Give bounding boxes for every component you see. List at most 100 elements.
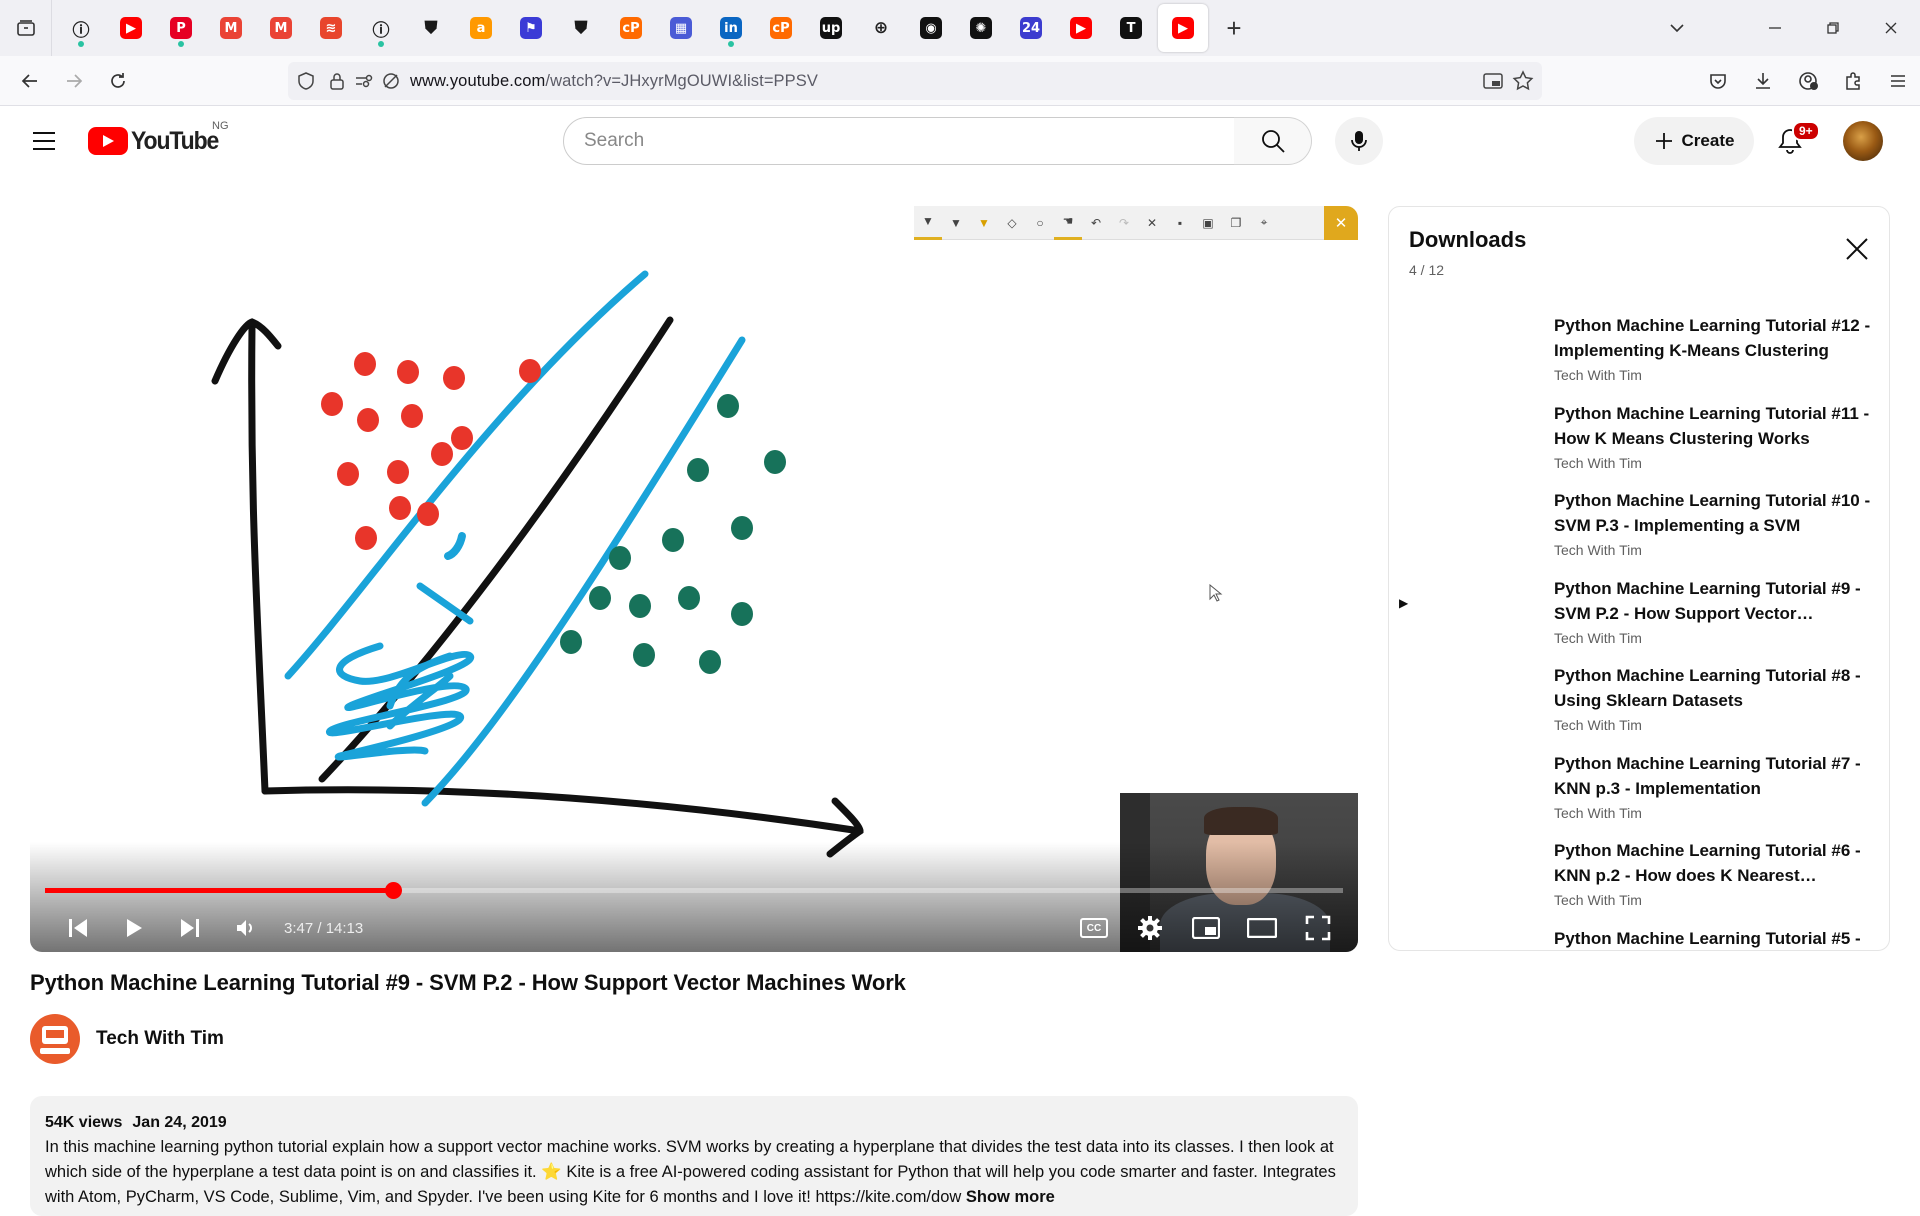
tab-overview-button[interactable]	[0, 0, 52, 56]
highlighter-tool-icon[interactable]: ▼	[970, 206, 998, 240]
playlist-item[interactable]: Python Machine Learning Tutorial #12 - I…	[1389, 305, 1889, 393]
user-avatar[interactable]	[1843, 121, 1883, 161]
miniplayer-button[interactable]	[1178, 904, 1234, 952]
address-bar[interactable]: www.youtube.com/watch?v=JHxyrMgOUWI&list…	[288, 62, 1542, 100]
pinned-tab[interactable]: a	[456, 0, 506, 56]
search-input[interactable]	[584, 130, 1234, 152]
description-box[interactable]: 54K views Jan 24, 2019 In this machine le…	[30, 1096, 1358, 1216]
playlist-item-title[interactable]: Python Machine Learning Tutorial #7 - KN…	[1554, 751, 1879, 801]
pin-icon[interactable]: ⌖	[1250, 206, 1278, 240]
playlist-item-title[interactable]: Python Machine Learning Tutorial #11 - H…	[1554, 401, 1879, 451]
pen-tool-icon[interactable]: ▼	[914, 206, 942, 240]
playlist-item-title[interactable]: Python Machine Learning Tutorial #5 - KN…	[1554, 926, 1879, 951]
subtitles-button[interactable]: CC	[1066, 904, 1122, 952]
reload-button[interactable]	[98, 61, 138, 101]
trash-icon[interactable]: ▪	[1166, 206, 1194, 240]
notifications-button[interactable]: 9+	[1766, 117, 1820, 165]
next-button[interactable]	[162, 904, 218, 952]
pinned-tab[interactable]: ▶	[1158, 4, 1208, 52]
close-window-button[interactable]	[1862, 0, 1920, 56]
pinned-tab[interactable]: ⓘ	[356, 0, 406, 56]
copy-icon[interactable]: ❐	[1222, 206, 1250, 240]
playlist-item-channel[interactable]: Tech With Tim	[1554, 892, 1642, 908]
pinned-tab[interactable]: in	[706, 0, 756, 56]
playlist-item[interactable]: Python Machine Learning Tutorial #7 - KN…	[1389, 743, 1889, 831]
playlist-item[interactable]: Python Machine Learning Tutorial #11 - H…	[1389, 393, 1889, 481]
extensions-button[interactable]	[1830, 56, 1875, 106]
progress-bar[interactable]	[45, 882, 1343, 899]
show-more-button[interactable]: Show more	[966, 1188, 1055, 1206]
close-toolbar-icon[interactable]: ✕	[1324, 206, 1358, 240]
pocket-button[interactable]	[1695, 56, 1740, 106]
undo-icon[interactable]: ↶	[1082, 206, 1110, 240]
close-playlist-button[interactable]	[1841, 233, 1873, 265]
back-button[interactable]	[10, 61, 50, 101]
fullscreen-button[interactable]	[1290, 904, 1346, 952]
pinned-tab[interactable]: ⊕	[856, 0, 906, 56]
previous-button[interactable]	[50, 904, 106, 952]
marker-tool-icon[interactable]: ▼	[942, 206, 970, 240]
play-button[interactable]	[106, 904, 162, 952]
create-button[interactable]: Create	[1634, 117, 1754, 165]
progress-scrubber[interactable]	[384, 882, 402, 899]
settings-button[interactable]	[1122, 904, 1178, 952]
playlist-item[interactable]: Python Machine Learning Tutorial #6 - KN…	[1389, 830, 1889, 918]
tracking-shield-icon[interactable]	[288, 62, 324, 100]
playlist-title[interactable]: Downloads	[1409, 227, 1526, 253]
theater-mode-button[interactable]	[1234, 904, 1290, 952]
playlist-item[interactable]: Python Machine Learning Tutorial #8 - Us…	[1389, 655, 1889, 743]
search-box[interactable]	[563, 117, 1235, 165]
tab-list-dropdown-button[interactable]	[1648, 0, 1706, 56]
save-icon[interactable]: ▣	[1194, 206, 1222, 240]
pointer-tool-icon[interactable]: ☚	[1054, 206, 1082, 240]
playlist-item-channel[interactable]: Tech With Tim	[1554, 455, 1642, 471]
app-menu-button[interactable]	[1875, 56, 1920, 106]
playlist-item[interactable]: Python Machine Learning Tutorial #10 - S…	[1389, 480, 1889, 568]
redo-icon[interactable]: ↷	[1110, 206, 1138, 240]
voice-search-button[interactable]	[1335, 117, 1383, 165]
video-player[interactable]: ▼ ▼ ▼ ◇ ○ ☚ ↶ ↷ ✕ ▪ ▣ ❐ ⌖ ✕ 3:47 / 14:13…	[30, 206, 1358, 952]
pinned-tab[interactable]: cP	[606, 0, 656, 56]
eraser-tool-icon[interactable]: ◇	[998, 206, 1026, 240]
playlist-item-channel[interactable]: Tech With Tim	[1554, 805, 1642, 821]
playlist-item-title[interactable]: Python Machine Learning Tutorial #10 - S…	[1554, 488, 1879, 538]
bookmark-star-icon[interactable]	[1512, 70, 1534, 92]
pinned-tab[interactable]: ≋	[306, 0, 356, 56]
restore-button[interactable]	[1804, 0, 1862, 56]
pinned-tab[interactable]: ⓘ	[56, 0, 106, 56]
pinned-tab[interactable]: ✺	[956, 0, 1006, 56]
youtube-logo[interactable]: YouTube NG	[88, 120, 229, 158]
pinned-tab[interactable]: ▶	[1056, 0, 1106, 56]
pinned-tab[interactable]: ⚑	[506, 0, 556, 56]
pinned-tab[interactable]: up	[806, 0, 856, 56]
search-button[interactable]	[1234, 117, 1312, 165]
forward-button[interactable]	[54, 61, 94, 101]
channel-avatar[interactable]	[30, 1014, 80, 1064]
channel-name[interactable]: Tech With Tim	[96, 1028, 224, 1050]
pinned-tab[interactable]: ▶	[106, 0, 156, 56]
playlist-item-title[interactable]: Python Machine Learning Tutorial #9 - SV…	[1554, 576, 1879, 626]
minimize-button[interactable]	[1746, 0, 1804, 56]
lock-icon[interactable]	[324, 62, 350, 100]
playlist-item-title[interactable]: Python Machine Learning Tutorial #8 - Us…	[1554, 663, 1879, 713]
playlist-item-channel[interactable]: Tech With Tim	[1554, 542, 1642, 558]
picture-in-picture-icon[interactable]	[1482, 70, 1504, 92]
autoplay-blocked-icon[interactable]	[378, 62, 404, 100]
playlist-item-channel[interactable]: Tech With Tim	[1554, 630, 1642, 646]
pinned-tab[interactable]: ⛊	[556, 0, 606, 56]
guide-menu-button[interactable]	[26, 125, 62, 157]
pinned-tab[interactable]: T	[1106, 0, 1156, 56]
playlist-item[interactable]: Python Machine Learning Tutorial #5 - KN…	[1389, 918, 1889, 951]
pinned-tab[interactable]: ◉	[906, 0, 956, 56]
permissions-icon[interactable]	[350, 62, 378, 100]
pinned-tab[interactable]: M	[206, 0, 256, 56]
mute-button[interactable]	[218, 904, 274, 952]
pinned-tab[interactable]: M	[256, 0, 306, 56]
playlist-item-title[interactable]: Python Machine Learning Tutorial #12 - I…	[1554, 313, 1879, 363]
shape-tool-icon[interactable]: ○	[1026, 206, 1054, 240]
playlist-item-title[interactable]: Python Machine Learning Tutorial #6 - KN…	[1554, 838, 1879, 888]
pinned-tab[interactable]: ⛊	[406, 0, 456, 56]
clear-icon[interactable]: ✕	[1138, 206, 1166, 240]
account-button[interactable]	[1785, 56, 1830, 106]
pinned-tab[interactable]: ▦	[656, 0, 706, 56]
